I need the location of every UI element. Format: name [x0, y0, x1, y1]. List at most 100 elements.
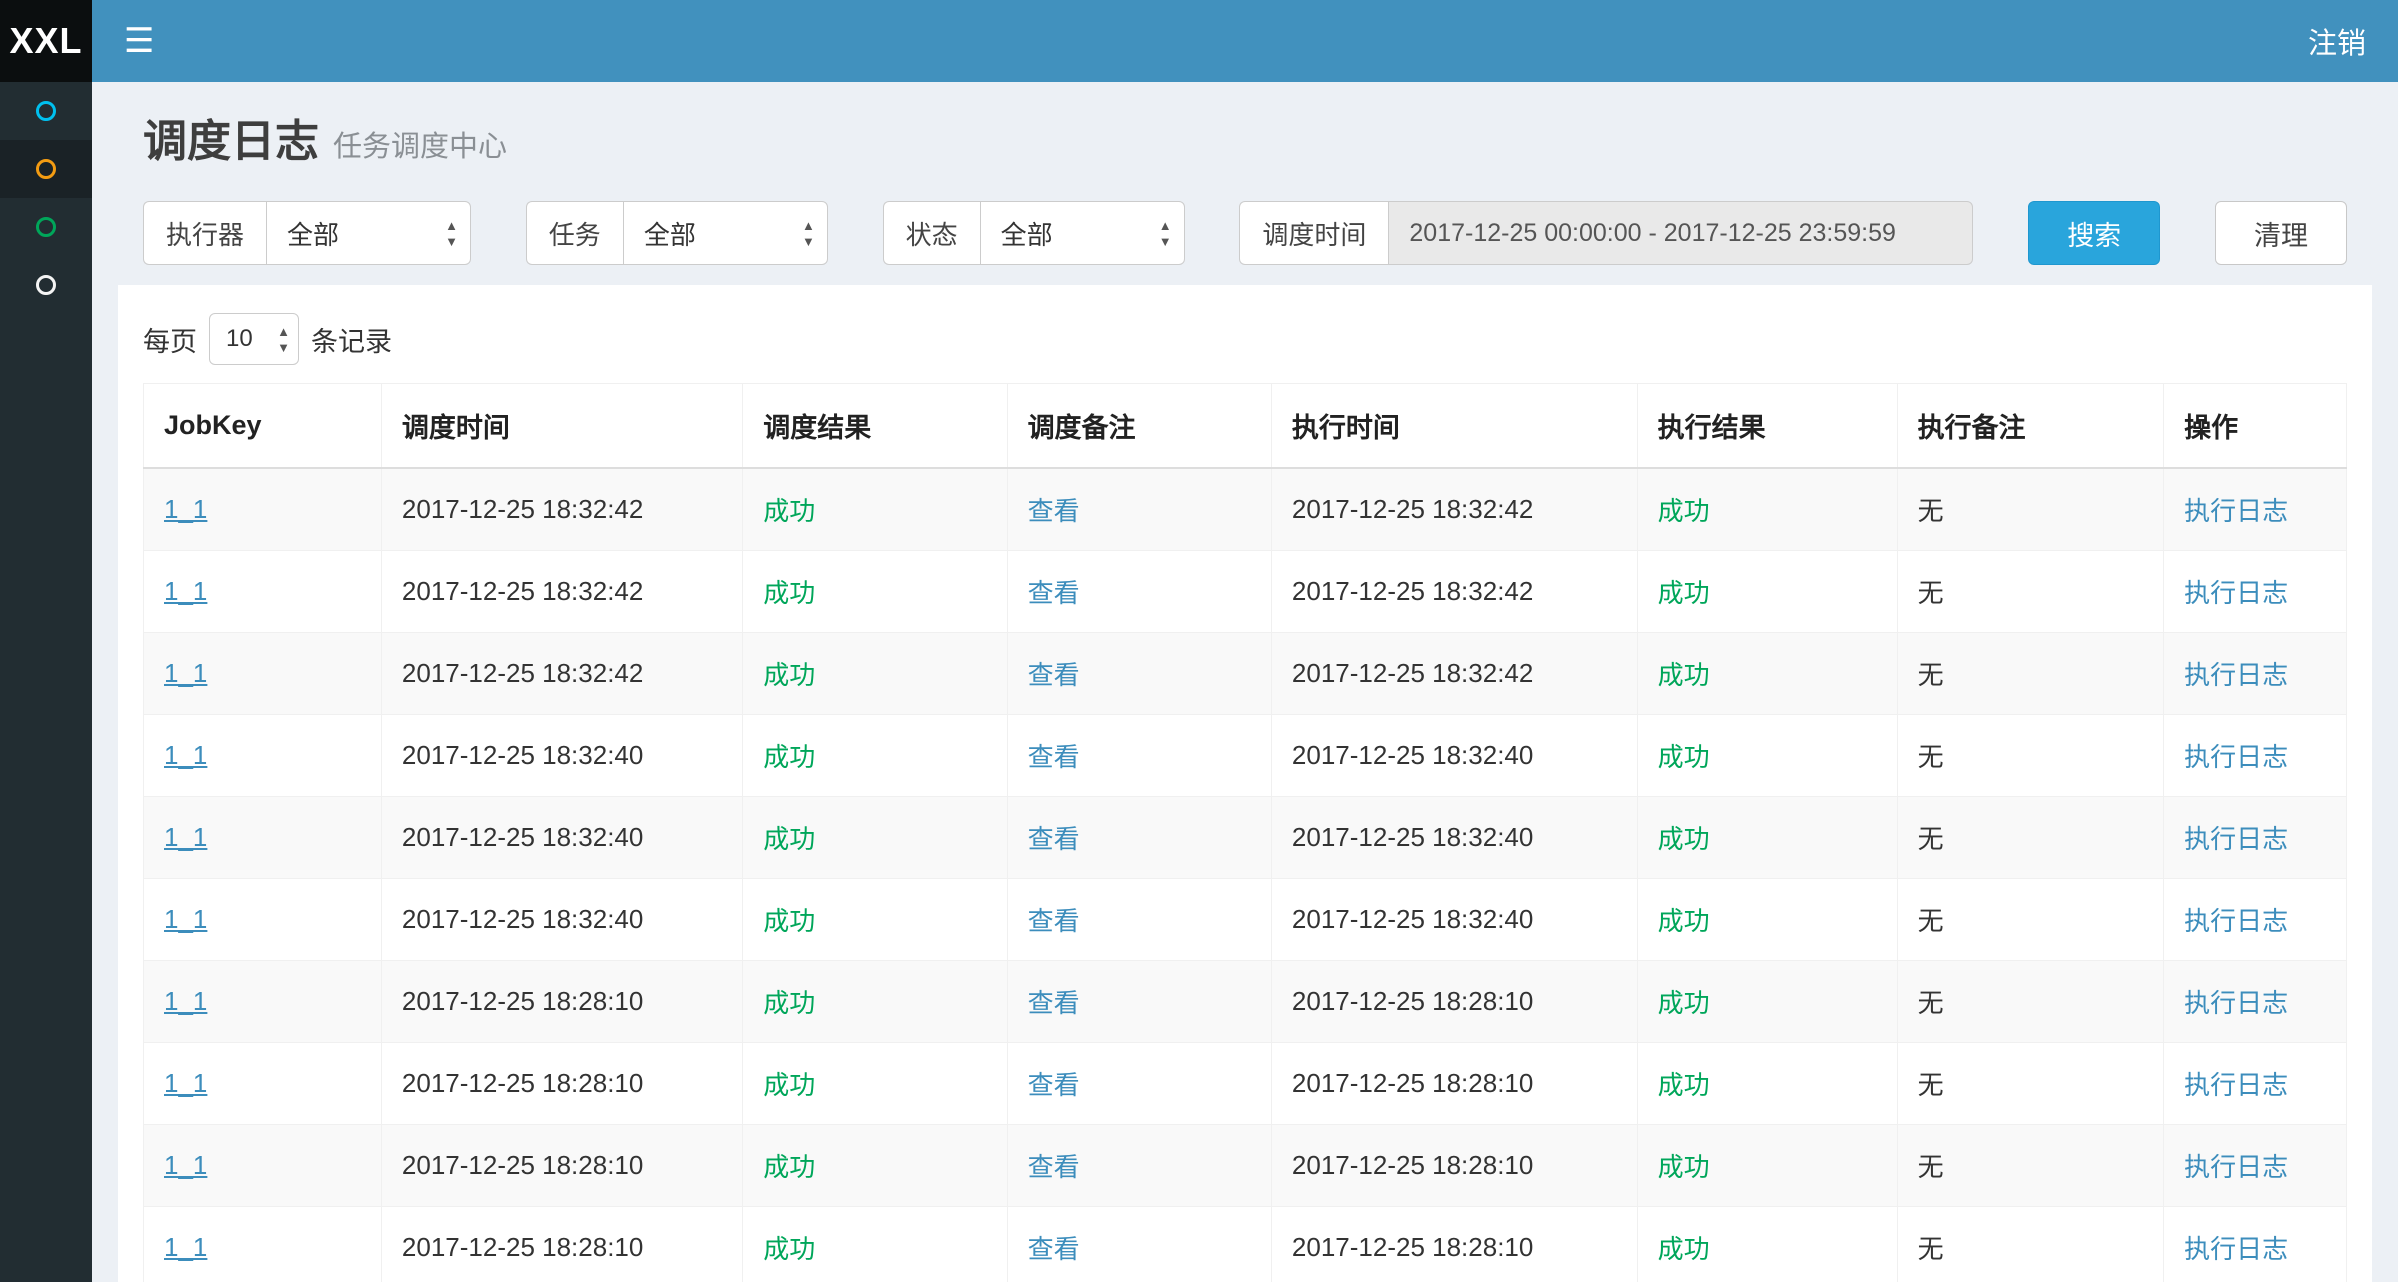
exec-result-cell: 成功: [1637, 1043, 1897, 1125]
col-header-dispatch-remark: 调度备注: [1007, 384, 1271, 469]
action-cell: 执行日志: [2164, 1207, 2347, 1282]
exec-remark-cell: 无: [1897, 961, 2164, 1043]
exec-log-link[interactable]: 执行日志: [2184, 988, 2288, 1018]
log-table-body: 1_1 2017-12-25 18:32:42 成功 查看 2017-12-25…: [144, 468, 2347, 1282]
main-content: 调度日志任务调度中心 执行器 全部 任务 全部 状态 全部 调度时间: [92, 82, 2398, 1282]
view-remark-link[interactable]: 查看: [1028, 988, 1080, 1018]
dispatch-time-cell: 2017-12-25 18:28:10: [381, 961, 742, 1043]
circle-icon: [36, 217, 56, 237]
log-box: 每页 10 条记录 JobKey 调度时间 调度结果 调度备注 执行时间 执行结…: [118, 285, 2372, 1282]
jobkey-link[interactable]: 1_1: [164, 740, 207, 770]
exec-result-cell: 成功: [1637, 551, 1897, 633]
col-header-jobkey: JobKey: [144, 384, 382, 469]
table-row: 1_1 2017-12-25 18:32:42 成功 查看 2017-12-25…: [144, 551, 2347, 633]
exec-remark-cell: 无: [1897, 551, 2164, 633]
action-cell: 执行日志: [2164, 879, 2347, 961]
view-remark-link[interactable]: 查看: [1028, 660, 1080, 690]
circle-icon: [36, 101, 56, 121]
jobkey-cell: 1_1: [144, 1043, 382, 1125]
exec-remark-cell: 无: [1897, 633, 2164, 715]
dispatch-remark-cell: 查看: [1007, 797, 1271, 879]
table-row: 1_1 2017-12-25 18:28:10 成功 查看 2017-12-25…: [144, 1043, 2347, 1125]
executor-select[interactable]: 全部: [266, 201, 471, 265]
jobkey-link[interactable]: 1_1: [164, 494, 207, 524]
exec-log-link[interactable]: 执行日志: [2184, 578, 2288, 608]
exec-log-link[interactable]: 执行日志: [2184, 824, 2288, 854]
filter-bar: 执行器 全部 任务 全部 状态 全部 调度时间 搜索 清理: [92, 201, 2398, 265]
jobkey-cell: 1_1: [144, 1125, 382, 1207]
exec-remark-cell: 无: [1897, 797, 2164, 879]
table-row: 1_1 2017-12-25 18:32:42 成功 查看 2017-12-25…: [144, 468, 2347, 551]
dispatch-time-cell: 2017-12-25 18:28:10: [381, 1125, 742, 1207]
sidebar-item-2[interactable]: [0, 140, 92, 198]
dispatch-time-cell: 2017-12-25 18:28:10: [381, 1207, 742, 1282]
clear-button[interactable]: 清理: [2215, 201, 2347, 265]
view-remark-link[interactable]: 查看: [1028, 742, 1080, 772]
time-range-input[interactable]: [1388, 201, 1973, 265]
select-arrows-icon: [277, 325, 290, 354]
jobkey-link[interactable]: 1_1: [164, 576, 207, 606]
sidebar-item-3[interactable]: [0, 198, 92, 256]
view-remark-link[interactable]: 查看: [1028, 578, 1080, 608]
exec-result-cell: 成功: [1637, 633, 1897, 715]
app-logo[interactable]: XXL: [0, 0, 92, 82]
sidebar-toggle-icon[interactable]: ☰: [124, 24, 154, 58]
exec-remark-cell: 无: [1897, 468, 2164, 551]
jobkey-link[interactable]: 1_1: [164, 904, 207, 934]
view-remark-link[interactable]: 查看: [1028, 906, 1080, 936]
view-remark-link[interactable]: 查看: [1028, 824, 1080, 854]
table-row: 1_1 2017-12-25 18:28:10 成功 查看 2017-12-25…: [144, 1125, 2347, 1207]
jobkey-link[interactable]: 1_1: [164, 986, 207, 1016]
table-row: 1_1 2017-12-25 18:32:40 成功 查看 2017-12-25…: [144, 797, 2347, 879]
job-label: 任务: [526, 201, 623, 265]
job-select-value: 全部: [644, 215, 696, 252]
exec-time-cell: 2017-12-25 18:32:40: [1271, 879, 1637, 961]
action-cell: 执行日志: [2164, 633, 2347, 715]
filter-job: 任务 全部: [526, 201, 828, 265]
dispatch-time-cell: 2017-12-25 18:32:40: [381, 715, 742, 797]
table-row: 1_1 2017-12-25 18:32:40 成功 查看 2017-12-25…: [144, 715, 2347, 797]
filter-time: 调度时间: [1239, 201, 1973, 265]
jobkey-link[interactable]: 1_1: [164, 658, 207, 688]
page-size-suffix: 条记录: [311, 320, 392, 359]
exec-log-link[interactable]: 执行日志: [2184, 1234, 2288, 1264]
exec-remark-cell: 无: [1897, 1125, 2164, 1207]
exec-log-link[interactable]: 执行日志: [2184, 660, 2288, 690]
table-row: 1_1 2017-12-25 18:32:40 成功 查看 2017-12-25…: [144, 879, 2347, 961]
exec-log-link[interactable]: 执行日志: [2184, 742, 2288, 772]
dispatch-remark-cell: 查看: [1007, 468, 1271, 551]
col-header-exec-remark: 执行备注: [1897, 384, 2164, 469]
dispatch-time-cell: 2017-12-25 18:32:40: [381, 797, 742, 879]
sidebar-item-1[interactable]: [0, 82, 92, 140]
logout-link[interactable]: 注销: [2308, 20, 2366, 62]
view-remark-link[interactable]: 查看: [1028, 1070, 1080, 1100]
filter-executor: 执行器 全部: [143, 201, 471, 265]
dispatch-remark-cell: 查看: [1007, 633, 1271, 715]
search-button[interactable]: 搜索: [2028, 201, 2160, 265]
job-select[interactable]: 全部: [623, 201, 828, 265]
exec-log-link[interactable]: 执行日志: [2184, 1070, 2288, 1100]
status-select-value: 全部: [1001, 215, 1053, 252]
jobkey-link[interactable]: 1_1: [164, 1150, 207, 1180]
jobkey-link[interactable]: 1_1: [164, 1232, 207, 1262]
view-remark-link[interactable]: 查看: [1028, 496, 1080, 526]
table-header-row: JobKey 调度时间 调度结果 调度备注 执行时间 执行结果 执行备注 操作: [144, 384, 2347, 469]
jobkey-link[interactable]: 1_1: [164, 822, 207, 852]
dispatch-remark-cell: 查看: [1007, 551, 1271, 633]
page-size-select[interactable]: 10: [209, 313, 299, 365]
exec-log-link[interactable]: 执行日志: [2184, 496, 2288, 526]
view-remark-link[interactable]: 查看: [1028, 1234, 1080, 1264]
dispatch-result-cell: 成功: [743, 468, 1007, 551]
status-select[interactable]: 全部: [980, 201, 1185, 265]
exec-log-link[interactable]: 执行日志: [2184, 1152, 2288, 1182]
view-remark-link[interactable]: 查看: [1028, 1152, 1080, 1182]
dispatch-remark-cell: 查看: [1007, 1043, 1271, 1125]
sidebar-item-4[interactable]: [0, 256, 92, 314]
col-header-exec-result: 执行结果: [1637, 384, 1897, 469]
exec-result-cell: 成功: [1637, 715, 1897, 797]
dispatch-remark-cell: 查看: [1007, 879, 1271, 961]
jobkey-link[interactable]: 1_1: [164, 1068, 207, 1098]
select-arrows-icon: [1159, 219, 1172, 248]
exec-log-link[interactable]: 执行日志: [2184, 906, 2288, 936]
exec-time-cell: 2017-12-25 18:32:40: [1271, 797, 1637, 879]
